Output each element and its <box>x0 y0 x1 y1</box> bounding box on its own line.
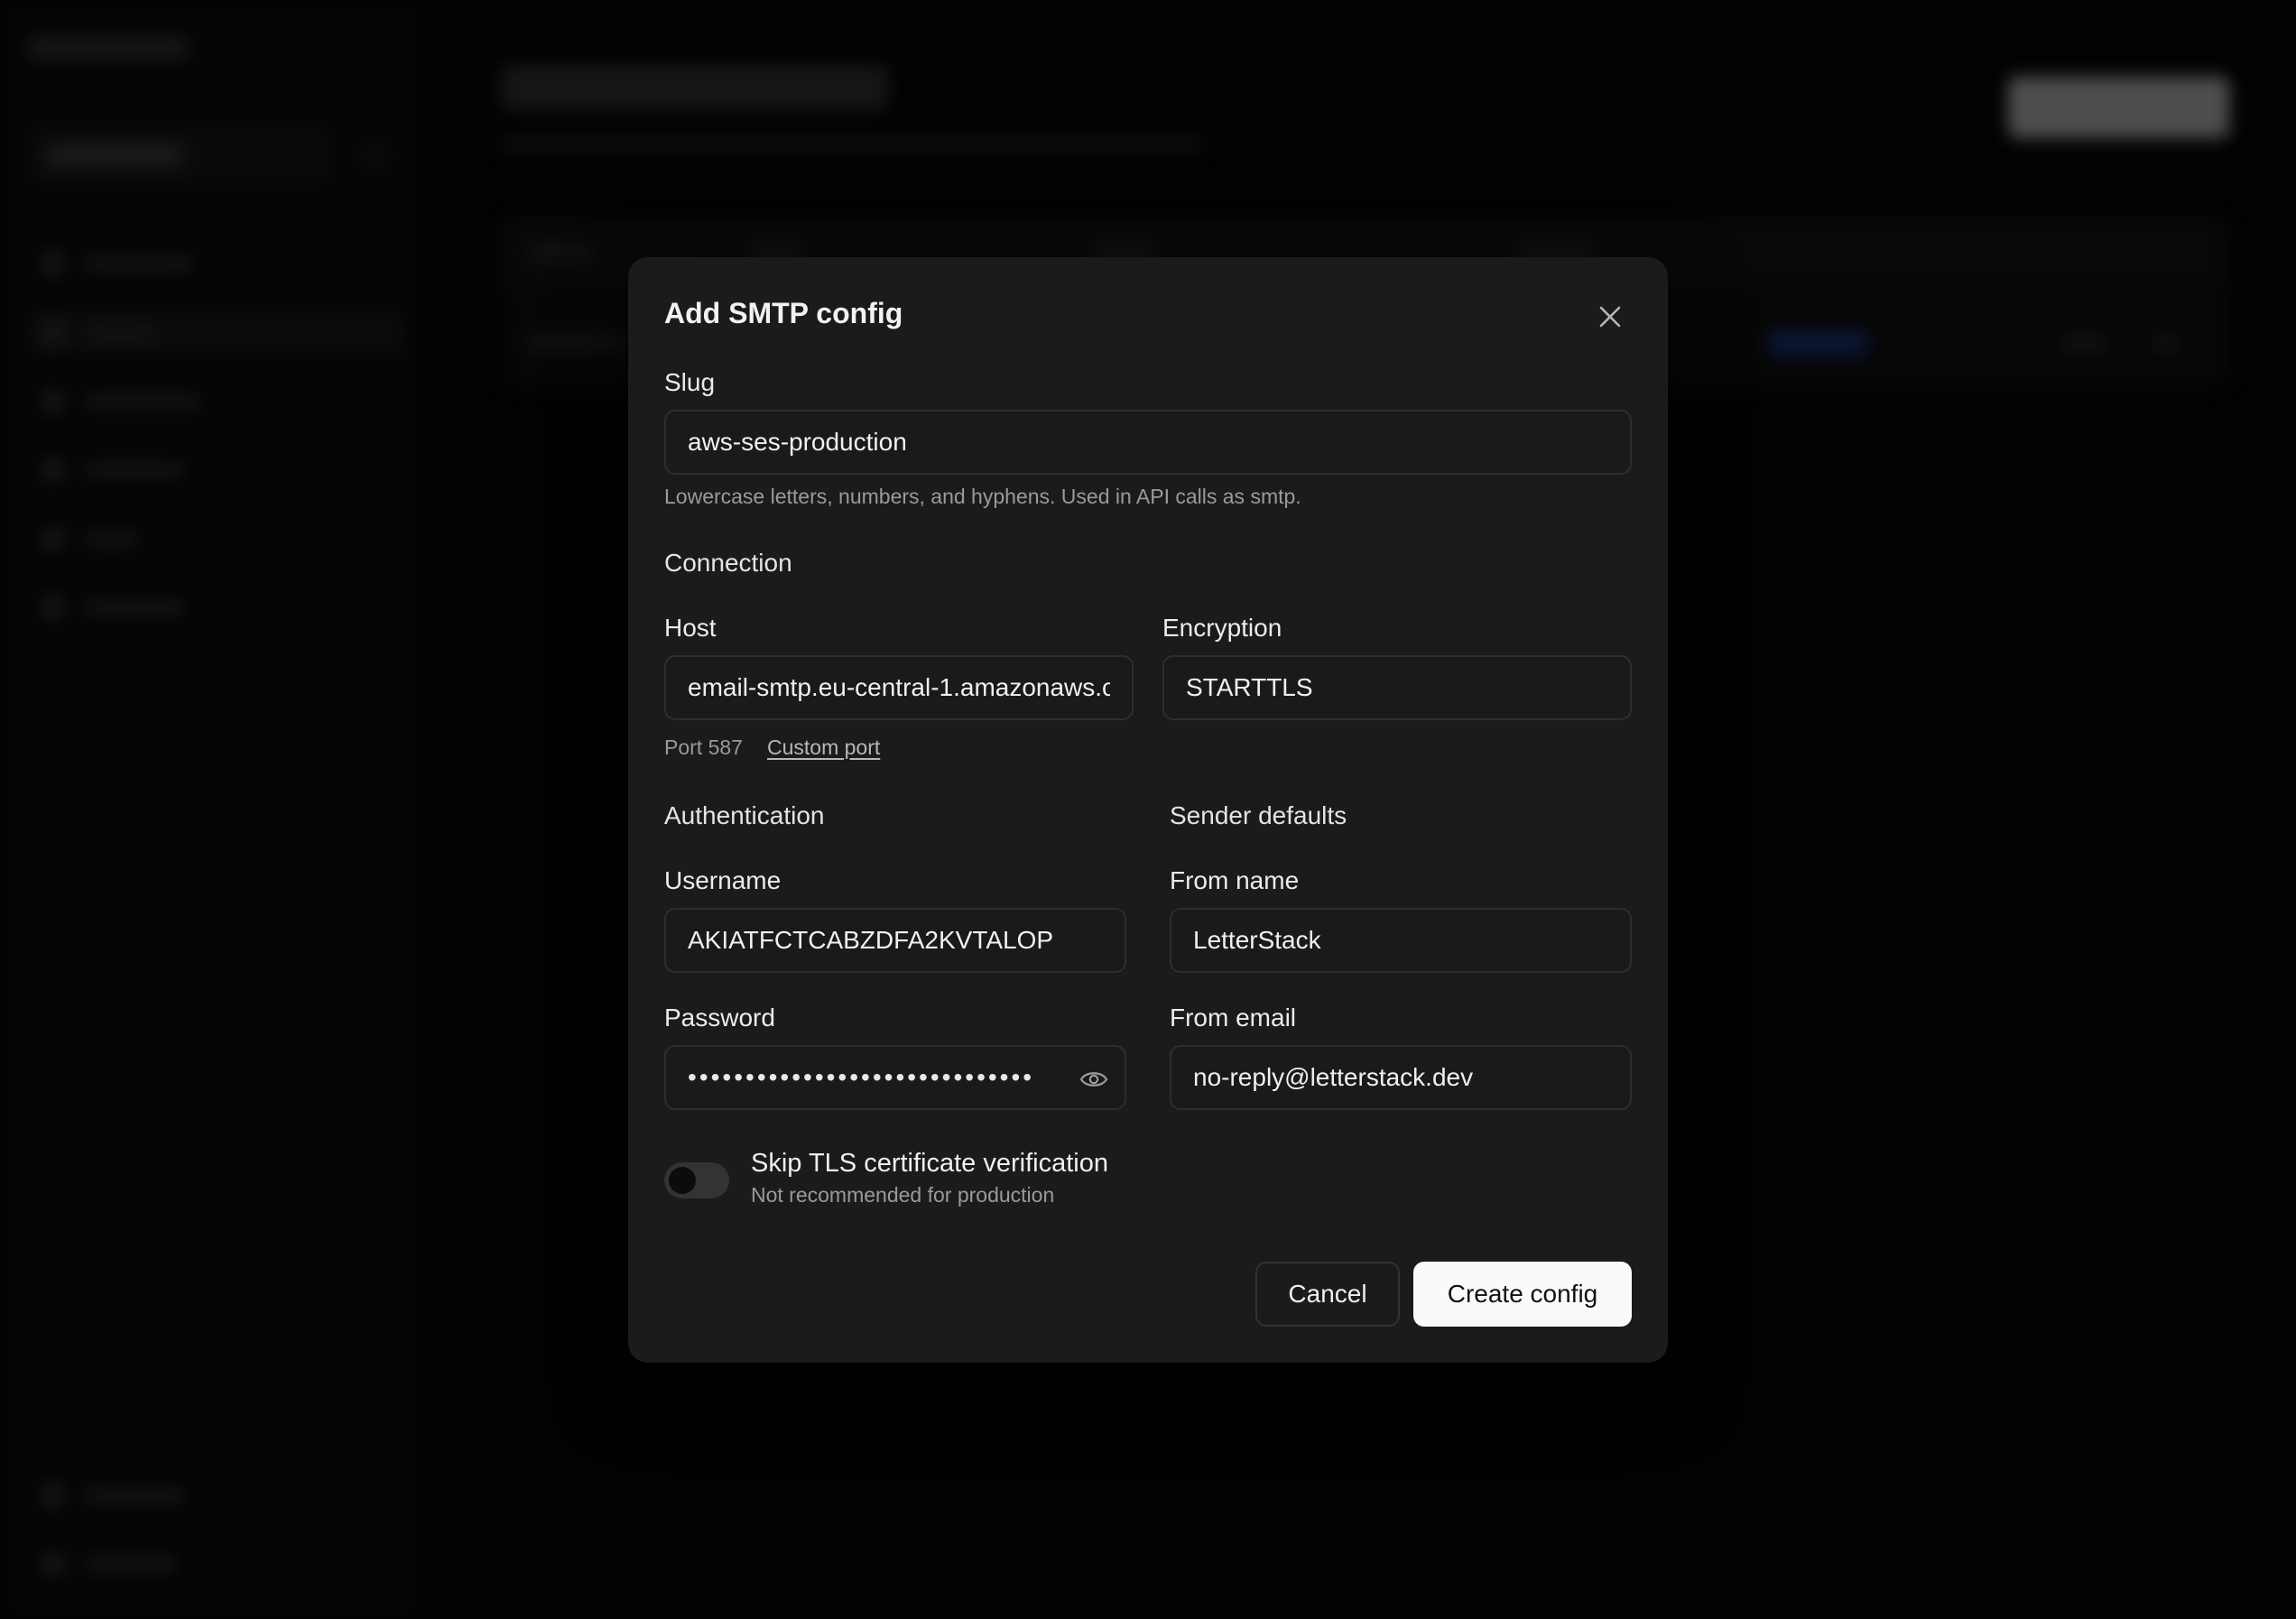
custom-port-link[interactable]: Custom port <box>767 735 880 760</box>
username-label: Username <box>664 866 782 894</box>
from-email-input[interactable]: no-reply@letterstack.dev <box>1170 1045 1632 1110</box>
username-input[interactable]: AKIATFCTCABZDFA2KVTALOP <box>664 908 1126 973</box>
password-value: •••••••••••••••••••••••••••••• <box>688 1063 1035 1091</box>
slug-value: aws-ses-production <box>688 428 907 456</box>
host-value: email-smtp.eu-central-1.amazonaws.com <box>688 673 1110 701</box>
encryption-label: Encryption <box>1162 614 1282 642</box>
add-smtp-config-dialog: Add SMTP config Slug aws-ses-production … <box>628 257 1668 1363</box>
sender-defaults-heading: Sender defaults <box>1170 801 1347 829</box>
from-email-value: no-reply@letterstack.dev <box>1193 1063 1474 1091</box>
create-config-button[interactable]: Create config <box>1413 1262 1632 1327</box>
authentication-heading: Authentication <box>664 801 825 829</box>
slug-input[interactable]: aws-ses-production <box>664 410 1632 475</box>
dialog-title: Add SMTP config <box>664 297 903 329</box>
slug-help-text: Lowercase letters, numbers, and hyphens.… <box>664 485 1301 508</box>
connection-heading: Connection <box>664 549 792 577</box>
close-button[interactable] <box>1592 299 1628 335</box>
host-input[interactable]: email-smtp.eu-central-1.amazonaws.com <box>664 655 1134 720</box>
skip-tls-subtitle: Not recommended for production <box>751 1183 1055 1207</box>
encryption-value: STARTTLS <box>1186 673 1313 701</box>
password-input[interactable]: •••••••••••••••••••••••••••••• <box>664 1045 1126 1110</box>
skip-tls-title: Skip TLS certificate verification <box>751 1149 1108 1178</box>
port-text: Port 587 <box>664 735 743 759</box>
eye-icon <box>1079 1072 1108 1087</box>
encryption-select[interactable]: STARTTLS <box>1162 655 1632 720</box>
from-name-value: LetterStack <box>1193 926 1321 954</box>
cancel-button[interactable]: Cancel <box>1255 1262 1400 1327</box>
reveal-password-button[interactable] <box>1076 1061 1112 1097</box>
from-name-input[interactable]: LetterStack <box>1170 908 1632 973</box>
password-label: Password <box>664 1004 775 1032</box>
from-email-label: From email <box>1170 1004 1297 1032</box>
from-name-label: From name <box>1170 866 1300 894</box>
slug-label: Slug <box>664 368 716 396</box>
close-icon <box>1599 306 1621 328</box>
username-value: AKIATFCTCABZDFA2KVTALOP <box>688 926 1054 954</box>
skip-tls-toggle[interactable] <box>664 1162 729 1198</box>
host-label: Host <box>664 614 717 642</box>
toggle-knob <box>669 1167 696 1194</box>
